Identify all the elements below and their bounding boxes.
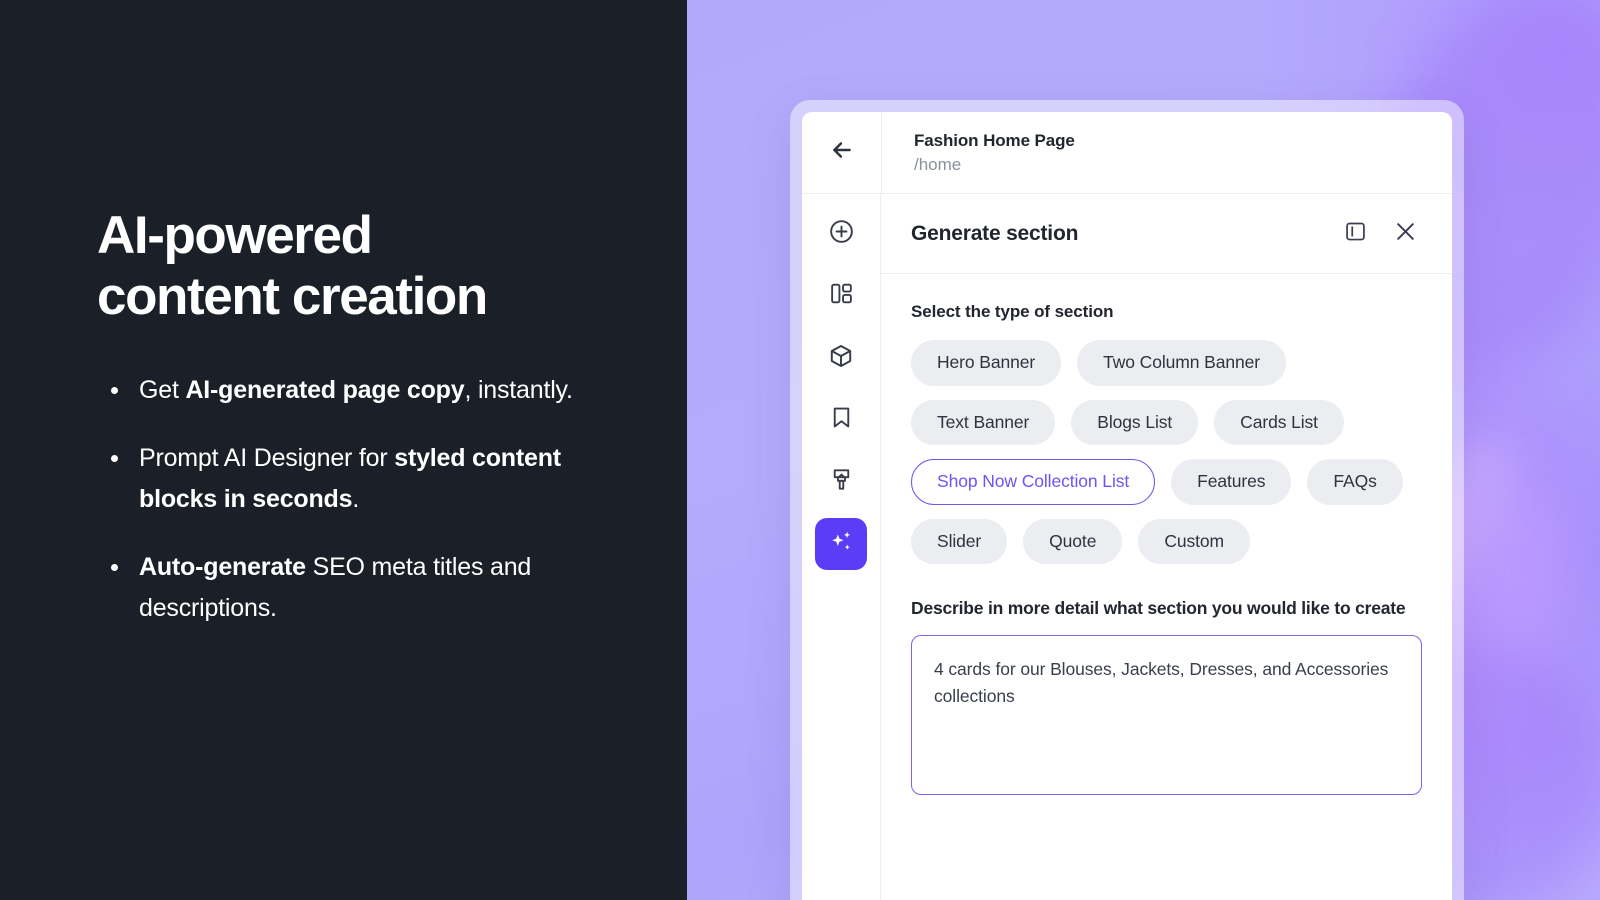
section-type-label: Select the type of section [911, 302, 1114, 321]
chip-features[interactable]: Features [1171, 459, 1292, 505]
chip-quote[interactable]: Quote [1023, 518, 1123, 564]
sidebar-rail [802, 194, 881, 900]
describe-input[interactable]: 4 cards for our Blouses, Jackets, Dresse… [911, 635, 1422, 796]
list-item: Prompt AI Designer for styled content bl… [97, 438, 597, 519]
chip-blogs-list[interactable]: Blogs List [1071, 399, 1199, 445]
panel-header: Generate section [881, 194, 1452, 274]
chip-shop-now-collection-list[interactable]: Shop Now Collection List [911, 459, 1156, 505]
bullet-pre: Get [139, 375, 186, 404]
arrow-left-icon [829, 137, 855, 168]
chip-cards-list[interactable]: Cards List [1214, 399, 1344, 445]
panel-toggle-button[interactable] [1338, 217, 1372, 251]
app-window: Fashion Home Page /home Generate section… [802, 112, 1452, 900]
describe-label: Describe in more detail what section you… [911, 598, 1406, 618]
sidebar-item-theme[interactable] [815, 456, 867, 508]
sparkles-icon [827, 528, 855, 561]
page-name: Fashion Home Page [914, 130, 1075, 150]
close-icon [1393, 219, 1418, 249]
plus-circle-icon [828, 218, 855, 250]
breadcrumb: Fashion Home Page /home [802, 112, 1452, 194]
headline-line-2: content creation [97, 267, 488, 327]
bullet-pre: Prompt AI Designer for [139, 444, 395, 473]
app-body: Generate section Select the type of sect… [802, 194, 1452, 900]
bullet-post: , instantly. [464, 375, 573, 404]
bullet-bold: Auto-generate [139, 553, 306, 582]
marketing-panel: AI-powered content creation Get AI-gener… [0, 0, 687, 900]
feature-list: Get AI-generated page copy, instantly. P… [97, 370, 597, 629]
sidebar-item-layouts[interactable] [815, 270, 867, 322]
page-title: AI-powered content creation [97, 205, 597, 328]
chip-custom[interactable]: Custom [1138, 518, 1251, 564]
sidebar-item-add[interactable] [815, 208, 867, 260]
bullet-bold: AI-generated page copy [185, 375, 465, 404]
app-window-frame: Fashion Home Page /home Generate section… [790, 100, 1464, 900]
chip-text-banner[interactable]: Text Banner [911, 399, 1056, 445]
sidebar-item-components[interactable] [815, 332, 867, 384]
chip-slider[interactable]: Slider [911, 518, 1008, 564]
breadcrumb-text: Fashion Home Page /home [882, 131, 1075, 175]
list-item: Get AI-generated page copy, instantly. [97, 370, 597, 411]
sidebar-toggle-icon [1344, 220, 1367, 248]
generate-section-panel: Generate section Select the type of sect… [881, 194, 1452, 900]
page-path: /home [914, 154, 962, 174]
bookmark-icon [829, 405, 854, 435]
panel-content: Select the type of section Hero Banner T… [881, 274, 1452, 900]
headline-line-1: AI-powered [97, 206, 373, 265]
paint-brush-icon [829, 467, 854, 497]
bullet-post: . [352, 484, 360, 513]
chip-faqs[interactable]: FAQs [1307, 459, 1403, 505]
close-panel-button[interactable] [1388, 217, 1422, 251]
list-item: Auto-generate SEO meta titles and descri… [97, 547, 597, 628]
layout-icon [829, 281, 854, 311]
panel-title: Generate section [911, 221, 1079, 245]
back-button[interactable] [802, 112, 881, 193]
section-type-chips: Hero Banner Two Column Banner Text Banne… [911, 340, 1422, 564]
chip-two-column-banner[interactable]: Two Column Banner [1077, 340, 1286, 386]
product-stage: Fashion Home Page /home Generate section… [687, 0, 1600, 900]
chip-hero-banner[interactable]: Hero Banner [911, 340, 1062, 386]
sidebar-item-ai-generate[interactable] [815, 518, 867, 570]
box-icon [828, 343, 854, 374]
sidebar-item-saved[interactable] [815, 394, 867, 446]
